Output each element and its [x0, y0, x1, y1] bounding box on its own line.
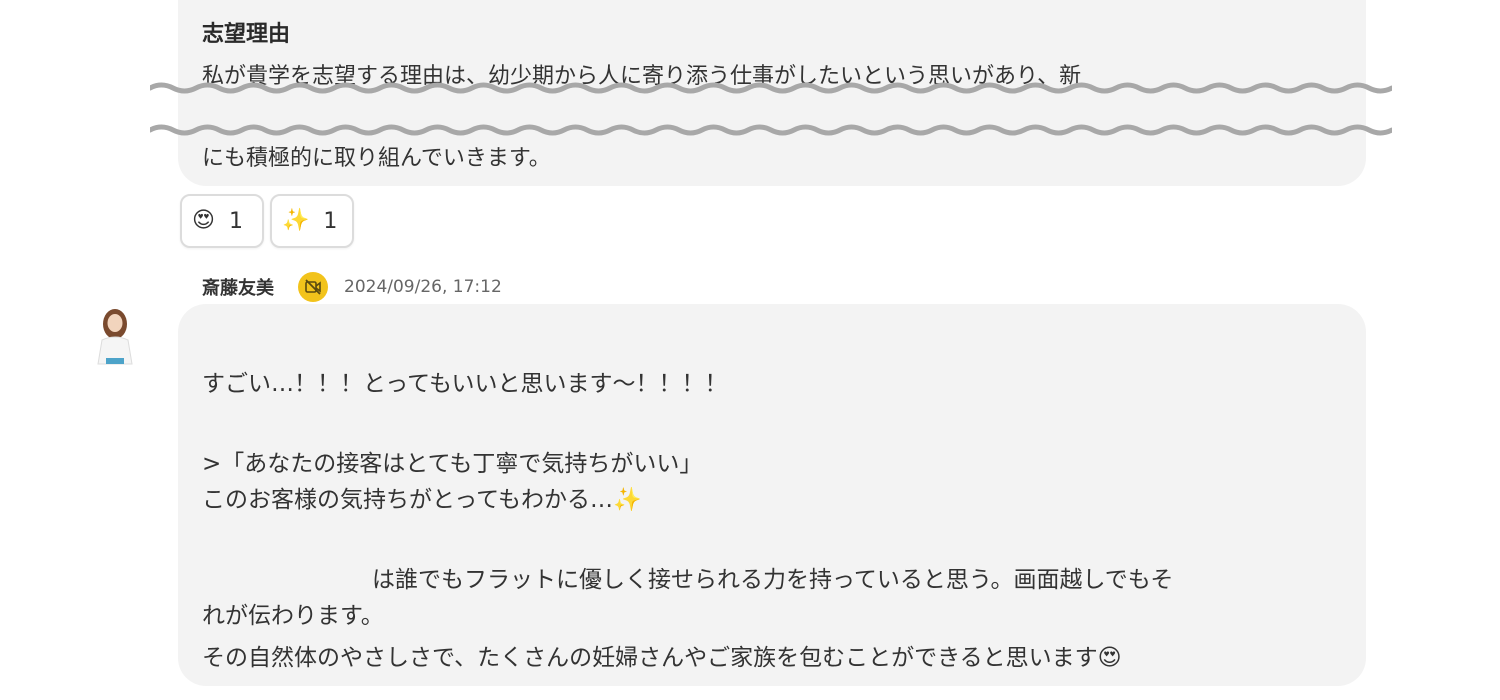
comment-text-span: その自然体のやさしさで、たくさんの妊婦さんやご家族を包むことができると思います: [202, 645, 1098, 671]
comment-bubble: すごい…！！！とってもいいと思います〜！！！！ >「あなたの接客はとても丁寧で気…: [178, 304, 1366, 686]
post-text-line: にも積極的に取り組んでいきます。: [202, 146, 551, 171]
heart-eyes-icon: 😍: [192, 208, 215, 233]
no-camera-badge-icon: [298, 272, 328, 302]
comment-text-span: このお客様の気持ちがとってもわかる…: [202, 487, 614, 513]
comment-text-line: その自然体のやさしさで、たくさんの妊婦さんやご家族を包むことができると思います😍: [202, 638, 1122, 672]
comment-text-line: このお客様の気持ちがとってもわかる…✨: [202, 480, 642, 514]
content-break-wave-top: [150, 82, 1392, 94]
comment-meta: 斎藤友美 2024/09/26, 17:12: [202, 272, 502, 302]
reaction-sparkles[interactable]: ✨ 1: [270, 194, 354, 248]
reaction-heart-eyes[interactable]: 😍 1: [180, 194, 264, 248]
sparkles-icon: ✨: [613, 487, 642, 513]
comment-text-line: は誰でもフラットに優しく接せられる力を持っていると思う。画面越しでもそ: [372, 567, 1174, 593]
heart-eyes-icon: 😍: [1097, 645, 1122, 671]
reaction-count: 1: [228, 208, 243, 234]
avatar[interactable]: [92, 304, 138, 368]
reaction-count: 1: [323, 208, 338, 234]
comment-quote-line: >「あなたの接客はとても丁寧で気持ちがいい」: [202, 451, 703, 477]
post-title: 志望理由: [202, 22, 291, 47]
comment-author[interactable]: 斎藤友美: [202, 274, 274, 300]
content-break-wave-bottom: [150, 124, 1392, 136]
reaction-bar: 😍 1 ✨ 1: [180, 194, 354, 248]
comment-timestamp: 2024/09/26, 17:12: [344, 277, 502, 297]
sparkles-icon: ✨: [282, 208, 310, 233]
comment-text-line: すごい…！！！とってもいいと思います〜！！！！: [202, 371, 728, 397]
comment-text-line: れが伝わります。: [202, 603, 384, 629]
